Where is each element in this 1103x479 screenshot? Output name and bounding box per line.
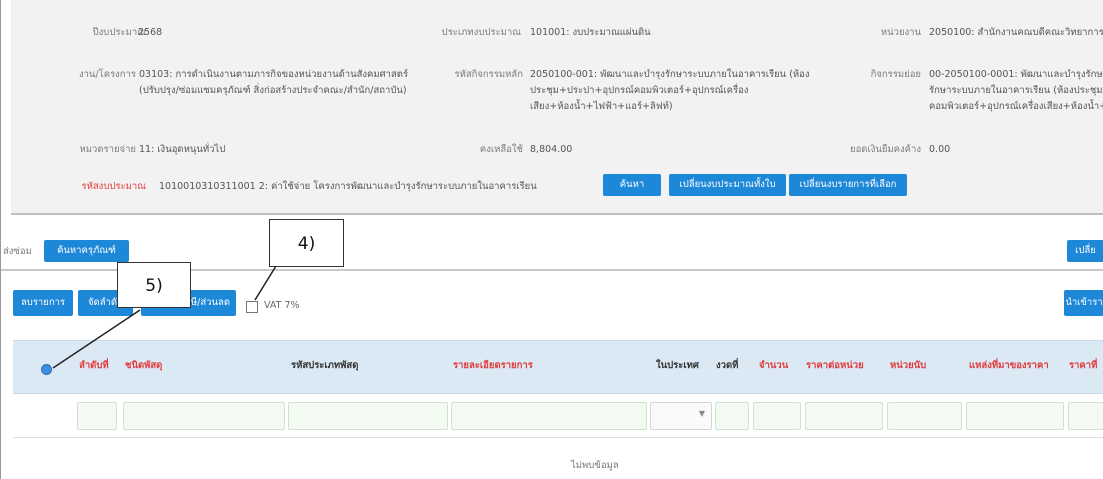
budget-info-panel: ปีงบประมาณ 2568 ประเภทงบประมาณ 101001: ง…	[11, 0, 1103, 215]
budget-type-value: 101001: งบประมาณแผ่นดิน	[530, 27, 651, 38]
col-period: งวดที่	[716, 360, 739, 371]
budget-code-label: รหัสงบประมาณ	[81, 181, 146, 192]
sub-activity-line-1: 00-2050100-0001: พัฒนาและบำรุงรักษาระบ	[929, 69, 1103, 80]
unit-value: 2050100: สำนักงานคณบดีคณะวิทยาการจัด	[929, 27, 1103, 38]
items-table-header: ลำดับที่ ชนิดพัสดุ รหัสประเภทพัสดุ รายละ…	[13, 340, 1103, 394]
unit-label: หน่วยงาน	[880, 27, 921, 38]
delete-items-button[interactable]: ลบรายการ	[13, 290, 73, 316]
search-button[interactable]: ค้นหา	[603, 174, 661, 196]
project-label: งาน/โครงการ	[78, 69, 136, 80]
expense-label: หมวดรายจ่าย	[79, 144, 137, 155]
col-unit: หน่วยนับ	[890, 360, 927, 371]
page: ปีงบประมาณ 2568 ประเภทงบประมาณ 101001: ง…	[0, 0, 1103, 479]
col-price-source: แหล่งที่มาของราคา	[969, 360, 1049, 371]
remaining-label: คงเหลือใช้	[479, 144, 523, 155]
main-activity-label: รหัสกิจกรรมหลัก	[454, 69, 523, 80]
budget-code-value: 1010010310311001 2: ค่าใช้จ่าย โครงการพั…	[159, 181, 537, 192]
in-country-select[interactable]: ▼	[650, 402, 712, 430]
no-data-text: ไม่พบข้อมูล	[571, 460, 619, 471]
price-source-input[interactable]	[966, 402, 1064, 430]
change-selected-budget-button[interactable]: เปลี่ยนงบรายการที่เลือก	[789, 174, 907, 196]
quantity-input[interactable]	[753, 402, 801, 430]
chevron-down-icon: ▼	[698, 409, 705, 418]
project-line-1: 03103: การดำเนินงานตามภารกิจของหน่วยงานด…	[139, 69, 409, 80]
col-unit-price: ราคาต่อหน่วย	[806, 360, 864, 371]
borrow-value: 0.00	[929, 144, 951, 155]
material-code-input[interactable]	[288, 402, 448, 430]
col-price-right: ราคาที่	[1069, 360, 1098, 371]
col-seq: ลำดับที่	[79, 360, 109, 371]
seq-input[interactable]	[77, 402, 117, 430]
remaining-value: 8,804.00	[530, 144, 573, 155]
change-all-budget-button[interactable]: เปลี่ยนงบประมาณทั้งใบ	[669, 174, 786, 196]
main-activity-line-3: เสียง+ห้องน้ำ+ไฟฟ้า+แอร์+ลิฟท์)	[530, 101, 673, 112]
col-detail: รายละเอียดรายการ	[453, 360, 533, 371]
main-activity-line-1: 2050100-001: พัฒนาและบำรุงรักษาระบบภายใน…	[530, 69, 810, 80]
col-material-code: รหัสประเภทพัสดุ	[291, 360, 359, 371]
sub-activity-label: กิจกรรมย่อย	[870, 69, 921, 80]
unit-input[interactable]	[887, 402, 962, 430]
vat-checkbox[interactable]	[246, 301, 258, 313]
sub-activity-line-2: รักษาระบบภายในอาคารเรียน (ห้องประชุม+ประ…	[929, 85, 1103, 96]
budget-type-label: ประเภทงบประมาณ	[441, 27, 521, 38]
search-asset-button[interactable]: ค้นหาครุภัณฑ์	[44, 240, 129, 262]
col-material-type: ชนิดพัสดุ	[125, 360, 163, 371]
send-repair-label: ส่งซ่อม	[3, 246, 32, 257]
table-input-row: ▼	[13, 394, 1103, 438]
project-line-2: (ปรับปรุง/ซ่อมแซมครุภัณฑ์ สิ่งก่อสร้างปร…	[139, 85, 407, 96]
price-right-input[interactable]	[1068, 402, 1103, 430]
budget-year-value: 2568	[138, 27, 163, 38]
borrow-label: ยอดเงินยืมคงค้าง	[850, 144, 921, 155]
add-row-icon[interactable]	[41, 364, 52, 375]
import-price-button[interactable]: นำเข้ารา	[1064, 290, 1103, 316]
sub-activity-line-3: คอมพิวเตอร์+อุปกรณ์เครื่องเสียง+ห้องน้ำ+…	[929, 101, 1103, 112]
budget-year-label: ปีงบประมาณ	[92, 27, 146, 38]
change-right-button[interactable]: เปลี่ย	[1067, 240, 1103, 262]
period-input[interactable]	[715, 402, 749, 430]
material-type-input[interactable]	[123, 402, 285, 430]
callout-4: 4)	[269, 219, 344, 267]
col-quantity: จำนวน	[759, 360, 789, 371]
expense-value: 11: เงินอุดหนุนทั่วไป	[139, 144, 226, 155]
col-in-country: ในประเทศ	[656, 360, 699, 371]
callout-5: 5)	[117, 262, 191, 308]
vat-label: VAT 7%	[264, 300, 300, 311]
main-activity-line-2: ประชุม+ประปา+อุปกรณ์คอมพิวเตอร์+อุปกรณ์เ…	[530, 85, 749, 96]
unit-price-input[interactable]	[805, 402, 883, 430]
detail-input[interactable]	[451, 402, 647, 430]
